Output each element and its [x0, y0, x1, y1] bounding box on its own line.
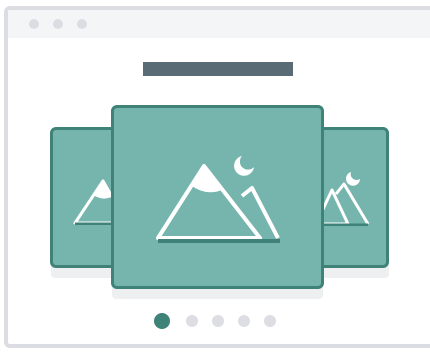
carousel-pagination [154, 313, 282, 331]
moon-icon [234, 156, 254, 176]
pagination-dot-4[interactable] [238, 315, 250, 327]
pagination-dot-1[interactable] [154, 313, 170, 329]
carousel-title-placeholder [143, 62, 293, 76]
window-titlebar [8, 10, 430, 38]
window-close-button[interactable] [29, 19, 39, 29]
image-placeholder-icon [156, 156, 280, 243]
window-minimize-button[interactable] [53, 19, 63, 29]
pagination-dot-2[interactable] [186, 315, 198, 327]
pagination-dot-3[interactable] [212, 315, 224, 327]
slide-center[interactable] [111, 105, 324, 289]
window-maximize-button[interactable] [77, 19, 87, 29]
pagination-dot-5[interactable] [264, 315, 276, 327]
